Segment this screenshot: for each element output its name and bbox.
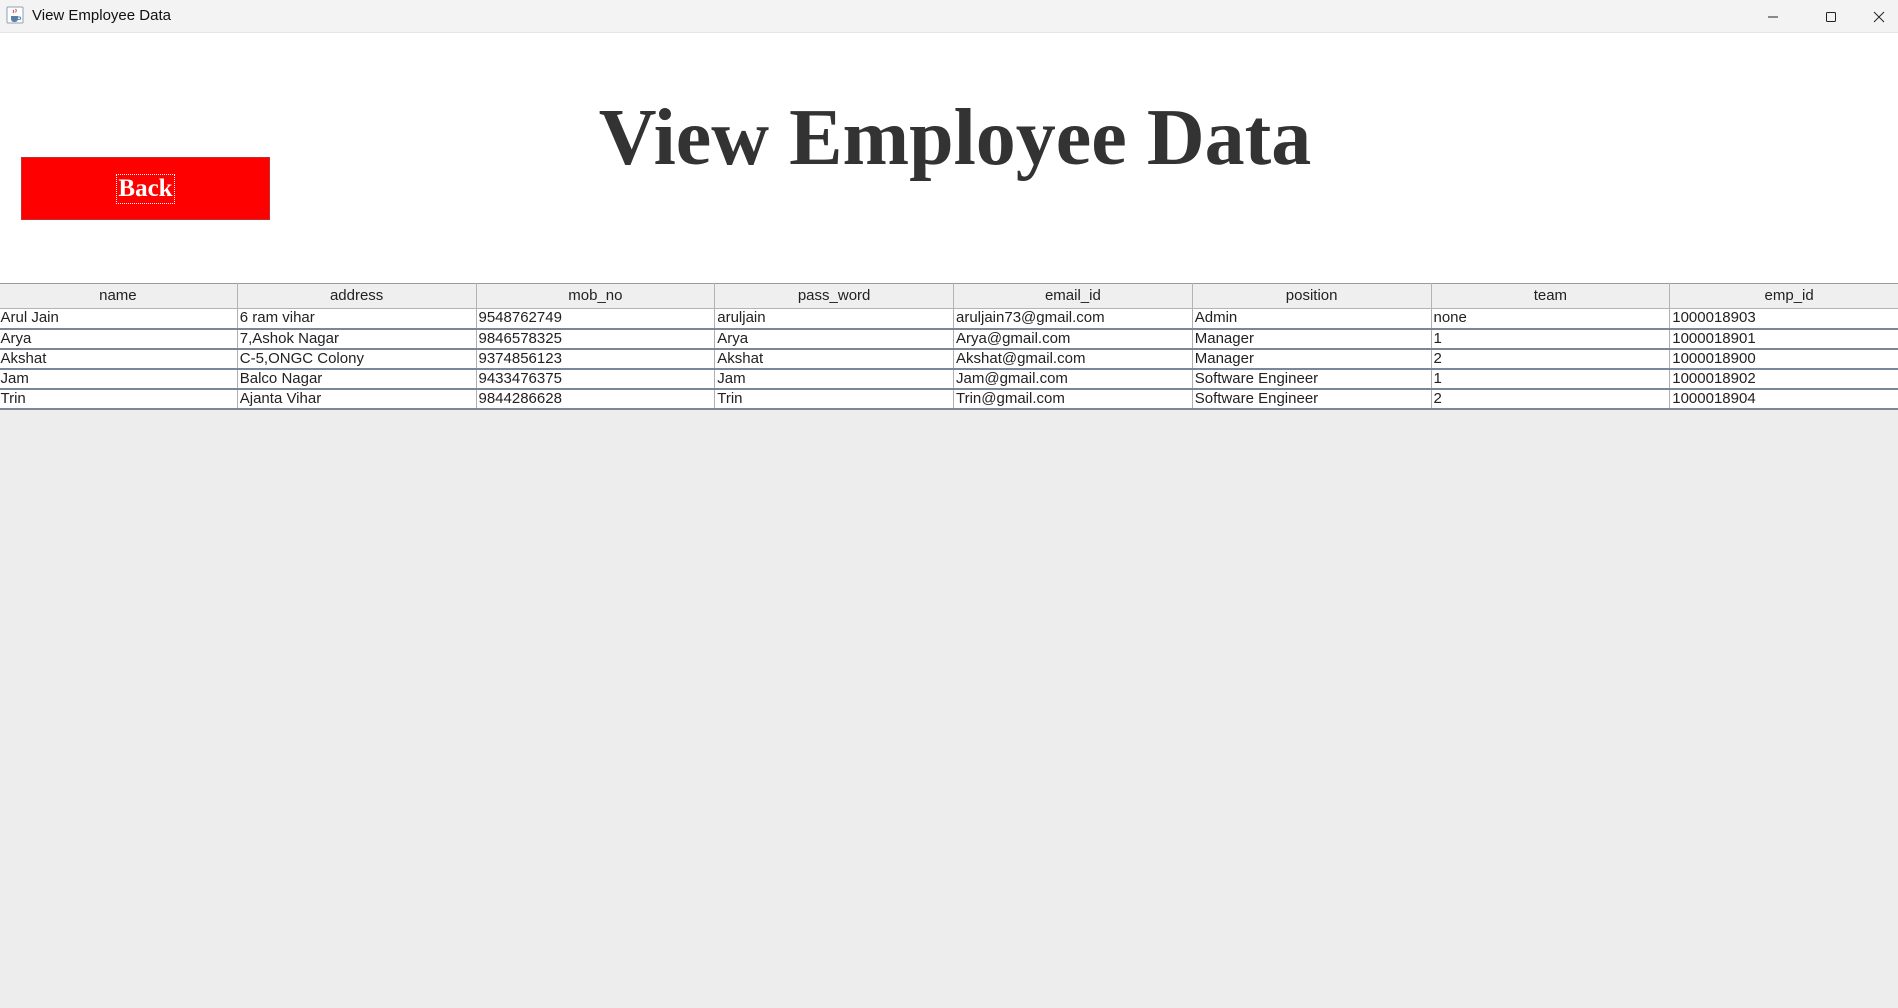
table-cell[interactable]: Arya@gmail.com <box>953 328 1193 350</box>
column-header-address[interactable]: address <box>236 283 477 309</box>
table-cell[interactable]: Arul Jain <box>0 308 238 330</box>
table-cell[interactable]: 1 <box>1431 368 1671 390</box>
table-cell[interactable]: 1000018902 <box>1669 368 1898 390</box>
table-cell[interactable]: Jam <box>0 368 238 390</box>
table-row[interactable]: Trin Ajanta Vihar 9844286628 Trin Trin@g… <box>0 388 1898 410</box>
table-cell[interactable]: Manager <box>1192 328 1432 350</box>
maximize-button[interactable] <box>1802 0 1860 33</box>
column-header-emp-id[interactable]: emp_id <box>1669 283 1898 309</box>
column-header-team[interactable]: team <box>1430 283 1671 309</box>
table-cell[interactable]: Trin@gmail.com <box>953 388 1193 410</box>
table-cell[interactable]: Trin <box>0 388 238 410</box>
table-cell[interactable]: 9433476375 <box>476 368 716 390</box>
table-cell[interactable]: 6 ram vihar <box>237 308 477 330</box>
table-cell[interactable]: 1000018901 <box>1669 328 1898 350</box>
table-cell[interactable]: 1000018900 <box>1669 348 1898 370</box>
table-cell[interactable]: Akshat@gmail.com <box>953 348 1193 370</box>
table-cell[interactable]: aruljain <box>714 308 954 330</box>
header-panel: View Employee Data Back <box>0 33 1898 283</box>
column-header-email-id[interactable]: email_id <box>953 283 1193 309</box>
back-button[interactable]: Back <box>21 157 270 220</box>
table-cell[interactable]: 9844286628 <box>476 388 716 410</box>
table-cell[interactable]: Admin <box>1192 308 1432 330</box>
table-cell[interactable]: Trin <box>714 388 954 410</box>
close-button[interactable] <box>1860 0 1898 33</box>
table-cell[interactable]: Software Engineer <box>1192 388 1432 410</box>
table-cell[interactable]: Arya <box>714 328 954 350</box>
table-header-row: name address mob_no pass_word email_id p… <box>0 283 1898 309</box>
back-button-label: Back <box>116 173 175 204</box>
table-cell[interactable]: 2 <box>1431 348 1671 370</box>
table-cell[interactable]: 9548762749 <box>476 308 716 330</box>
column-header-position[interactable]: position <box>1191 283 1432 309</box>
table-cell[interactable]: 1000018904 <box>1669 388 1898 410</box>
table-cell[interactable]: Manager <box>1192 348 1432 370</box>
table-cell[interactable]: 2 <box>1431 388 1671 410</box>
page-title: View Employee Data <box>598 94 1312 182</box>
table-cell[interactable]: 1 <box>1431 328 1671 350</box>
table-cell[interactable]: 9374856123 <box>476 348 716 370</box>
table-cell[interactable]: Ajanta Vihar <box>237 388 477 410</box>
column-header-name[interactable]: name <box>0 283 238 309</box>
table-cell[interactable]: Jam@gmail.com <box>953 368 1193 390</box>
maximize-icon <box>1825 11 1837 23</box>
minimize-icon <box>1767 11 1779 23</box>
table-cell[interactable]: Akshat <box>0 348 238 370</box>
table-row[interactable]: Arya 7,Ashok Nagar 9846578325 Arya Arya@… <box>0 328 1898 350</box>
column-header-mob-no[interactable]: mob_no <box>475 283 716 309</box>
table-row[interactable]: Arul Jain 6 ram vihar 9548762749 aruljai… <box>0 308 1898 330</box>
window-titlebar: View Employee Data <box>0 0 1898 33</box>
column-header-pass-word[interactable]: pass_word <box>714 283 954 309</box>
table-cell[interactable]: Akshat <box>714 348 954 370</box>
employee-table-container: name address mob_no pass_word email_id p… <box>0 283 1898 410</box>
window-title: View Employee Data <box>32 7 171 24</box>
close-icon <box>1873 11 1885 23</box>
table-cell[interactable]: aruljain73@gmail.com <box>953 308 1193 330</box>
table-cell[interactable]: Balco Nagar <box>237 368 477 390</box>
table-cell[interactable]: Arya <box>0 328 238 350</box>
java-cup-icon <box>6 6 24 24</box>
table-cell[interactable]: Software Engineer <box>1192 368 1432 390</box>
table-cell[interactable]: 1000018903 <box>1669 308 1898 330</box>
minimize-button[interactable] <box>1744 0 1802 33</box>
employee-table: name address mob_no pass_word email_id p… <box>0 283 1898 410</box>
table-cell[interactable]: C-5,ONGC Colony <box>237 348 477 370</box>
table-cell[interactable]: 9846578325 <box>476 328 716 350</box>
table-row[interactable]: Akshat C-5,ONGC Colony 9374856123 Akshat… <box>0 348 1898 370</box>
table-cell[interactable]: 7,Ashok Nagar <box>237 328 477 350</box>
table-cell[interactable]: none <box>1431 308 1671 330</box>
table-row[interactable]: Jam Balco Nagar 9433476375 Jam Jam@gmail… <box>0 368 1898 390</box>
table-cell[interactable]: Jam <box>714 368 954 390</box>
